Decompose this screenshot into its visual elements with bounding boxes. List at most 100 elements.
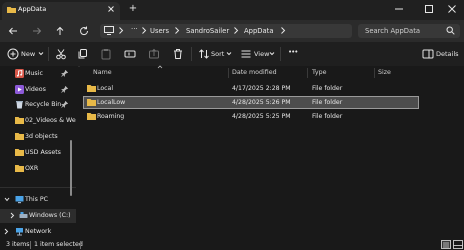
sidebar-item-02-videos[interactable]: 02_Videos & We <box>0 114 76 128</box>
tiles-view-icon[interactable] <box>453 240 463 249</box>
column-divider[interactable] <box>228 68 229 78</box>
file-name: Roaming <box>97 113 125 120</box>
share-icon[interactable] <box>148 48 160 60</box>
command-bar <box>0 42 464 67</box>
pin-icon <box>61 101 68 108</box>
drive-icon <box>19 211 28 220</box>
folder-icon <box>15 116 24 125</box>
file-date: 4/28/2025 5:25 PM <box>232 113 291 120</box>
folder-icon <box>87 84 96 92</box>
new-tab-button[interactable]: + <box>128 4 138 14</box>
chevron-down-icon <box>38 51 44 56</box>
sidebar-item-label: This PC <box>25 196 49 203</box>
delete-icon[interactable] <box>172 48 184 60</box>
sidebar-item-music[interactable]: Music <box>0 67 76 81</box>
folder-icon <box>7 6 16 13</box>
breadcrumb-users[interactable]: Users <box>150 27 169 35</box>
copy-icon[interactable] <box>77 48 89 60</box>
file-type: File folder <box>312 99 343 106</box>
sidebar-item-this-pc[interactable]: This PC <box>0 193 76 207</box>
details-view-icon[interactable] <box>441 240 451 249</box>
chevron-right-icon <box>280 26 286 35</box>
chevron-down-icon <box>226 51 232 56</box>
column-header-name[interactable]: Name <box>93 69 112 76</box>
rename-icon[interactable] <box>124 48 136 60</box>
file-date: 4/17/2025 2:28 PM <box>232 85 291 92</box>
status-divider <box>80 241 81 249</box>
breadcrumb-appdata[interactable]: AppData <box>244 27 274 35</box>
table-row[interactable]: Local 4/17/2025 2:28 PM File folder <box>84 83 418 94</box>
chevron-right-icon[interactable] <box>10 212 15 219</box>
forward-arrow-icon[interactable] <box>31 25 43 37</box>
file-type: File folder <box>312 85 343 92</box>
new-button[interactable]: New <box>21 50 35 58</box>
cut-icon[interactable] <box>55 48 67 60</box>
sidebar-item-label: USD Assets <box>25 149 61 156</box>
new-plus-icon <box>7 48 19 60</box>
music-icon <box>15 69 24 78</box>
column-divider[interactable] <box>307 68 308 78</box>
chevron-right-icon <box>233 26 239 35</box>
search-placeholder: Search AppData <box>365 27 421 35</box>
chevron-down-icon[interactable] <box>4 197 10 202</box>
column-header-type[interactable]: Type <box>312 69 326 76</box>
folder-icon <box>15 164 24 173</box>
file-type: File folder <box>312 113 343 120</box>
up-arrow-icon[interactable] <box>54 25 66 37</box>
view-button[interactable]: View <box>254 50 269 58</box>
folder-icon <box>87 98 96 106</box>
details-button[interactable]: Details <box>436 50 459 58</box>
sidebar-divider <box>0 187 76 188</box>
minimize-button[interactable] <box>384 2 414 16</box>
videos-icon <box>15 85 24 94</box>
close-window-button[interactable] <box>440 2 464 16</box>
table-row-selected[interactable]: LocalLow 4/28/2025 5:26 PM File folder <box>83 96 419 109</box>
refresh-icon[interactable] <box>78 25 90 37</box>
sidebar-item-3d-objects[interactable]: 3d objects <box>0 130 76 144</box>
search-icon <box>446 26 455 35</box>
sidebar-item-network[interactable]: Network <box>0 225 76 239</box>
toolbar-divider <box>191 47 192 61</box>
close-tab-icon[interactable] <box>106 4 116 14</box>
back-arrow-icon[interactable] <box>7 25 19 37</box>
more-options-button[interactable]: ••• <box>288 48 298 56</box>
status-divider <box>30 241 31 249</box>
sidebar-scrollbar[interactable] <box>70 140 72 196</box>
chevron-right-icon <box>141 26 147 35</box>
folder-icon <box>87 112 96 120</box>
sidebar-item-label: Windows (C:) <box>29 212 71 219</box>
column-header-date-modified[interactable]: Date modified <box>232 69 277 76</box>
pin-icon <box>61 86 68 93</box>
view-icon <box>240 48 252 60</box>
folder-icon <box>15 132 24 141</box>
breadcrumb-overflow-button[interactable]: ··· <box>131 25 138 33</box>
chevron-down-icon <box>269 51 275 56</box>
sidebar-item-label: Recycle Bin <box>25 101 62 108</box>
sidebar-item-label: 3d objects <box>25 133 58 140</box>
sidebar-item-videos[interactable]: Videos <box>0 83 76 97</box>
folder-icon <box>15 148 24 157</box>
recycle-bin-icon <box>15 100 24 109</box>
pc-icon <box>15 195 24 204</box>
item-count: 3 items <box>6 241 30 248</box>
sort-caret-icon <box>157 65 163 69</box>
sidebar-item-label: OXR <box>25 165 39 172</box>
sidebar-item-recycle-bin[interactable]: Recycle Bin <box>0 98 76 112</box>
column-divider[interactable] <box>374 68 375 78</box>
sidebar-item-usd-assets[interactable]: USD Assets <box>0 146 76 160</box>
sidebar-item-oxr[interactable]: OXR <box>0 162 76 176</box>
tab-title: AppData <box>18 5 47 13</box>
pin-icon <box>61 70 68 77</box>
table-row[interactable]: Roaming 4/28/2025 5:25 PM File folder <box>84 111 418 122</box>
paste-icon[interactable] <box>100 48 112 60</box>
monitor-icon <box>104 26 114 35</box>
sidebar-item-label: 02_Videos & We <box>25 117 76 124</box>
column-header-size[interactable]: Size <box>378 69 391 76</box>
sidebar-item-windows-c[interactable]: Windows (C:) <box>0 209 76 223</box>
network-icon <box>15 227 24 236</box>
details-pane-icon <box>422 48 434 60</box>
chevron-right-icon[interactable] <box>4 228 9 235</box>
file-name: LocalLow <box>97 99 126 106</box>
breadcrumb-sandrosailer[interactable]: SandroSailer <box>186 27 229 35</box>
sort-button[interactable]: Sort <box>211 50 224 58</box>
